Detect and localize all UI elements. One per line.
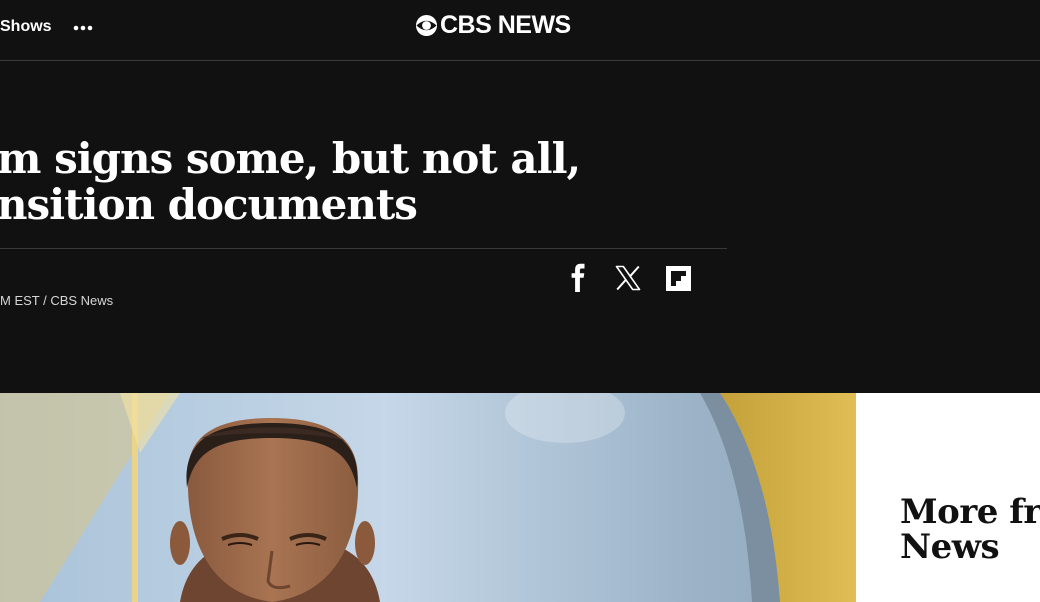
headline-line-2: nsition documents — [0, 180, 418, 229]
article-video-player[interactable] — [0, 393, 856, 602]
more-news-heading-line-1: More fro — [900, 492, 1040, 532]
article-headline: m signs some, but not all, nsition docum… — [0, 134, 581, 229]
headline-divider — [0, 248, 727, 249]
flipboard-icon[interactable] — [666, 266, 691, 291]
cbs-news-logo[interactable]: CBS NEWS — [415, 11, 571, 40]
nav-shows-link[interactable]: Shows — [0, 18, 52, 36]
more-dots-icon[interactable] — [73, 23, 95, 33]
x-icon[interactable] — [615, 265, 641, 291]
top-navigation-bar: Shows CBS NEWS — [0, 0, 1040, 61]
more-news-heading-line-2: News — [900, 527, 1000, 567]
cbs-eye-icon — [415, 14, 438, 37]
more-news-heading: More fro News — [900, 495, 1040, 565]
logo-text: CBS NEWS — [440, 11, 571, 39]
news-anchor-video-thumbnail — [0, 393, 856, 602]
facebook-icon[interactable] — [567, 263, 589, 293]
article-byline: M EST / CBS News — [0, 293, 114, 308]
more-news-sidebar: More fro News — [856, 393, 1040, 602]
headline-line-1: m signs some, but not all, — [0, 134, 581, 183]
